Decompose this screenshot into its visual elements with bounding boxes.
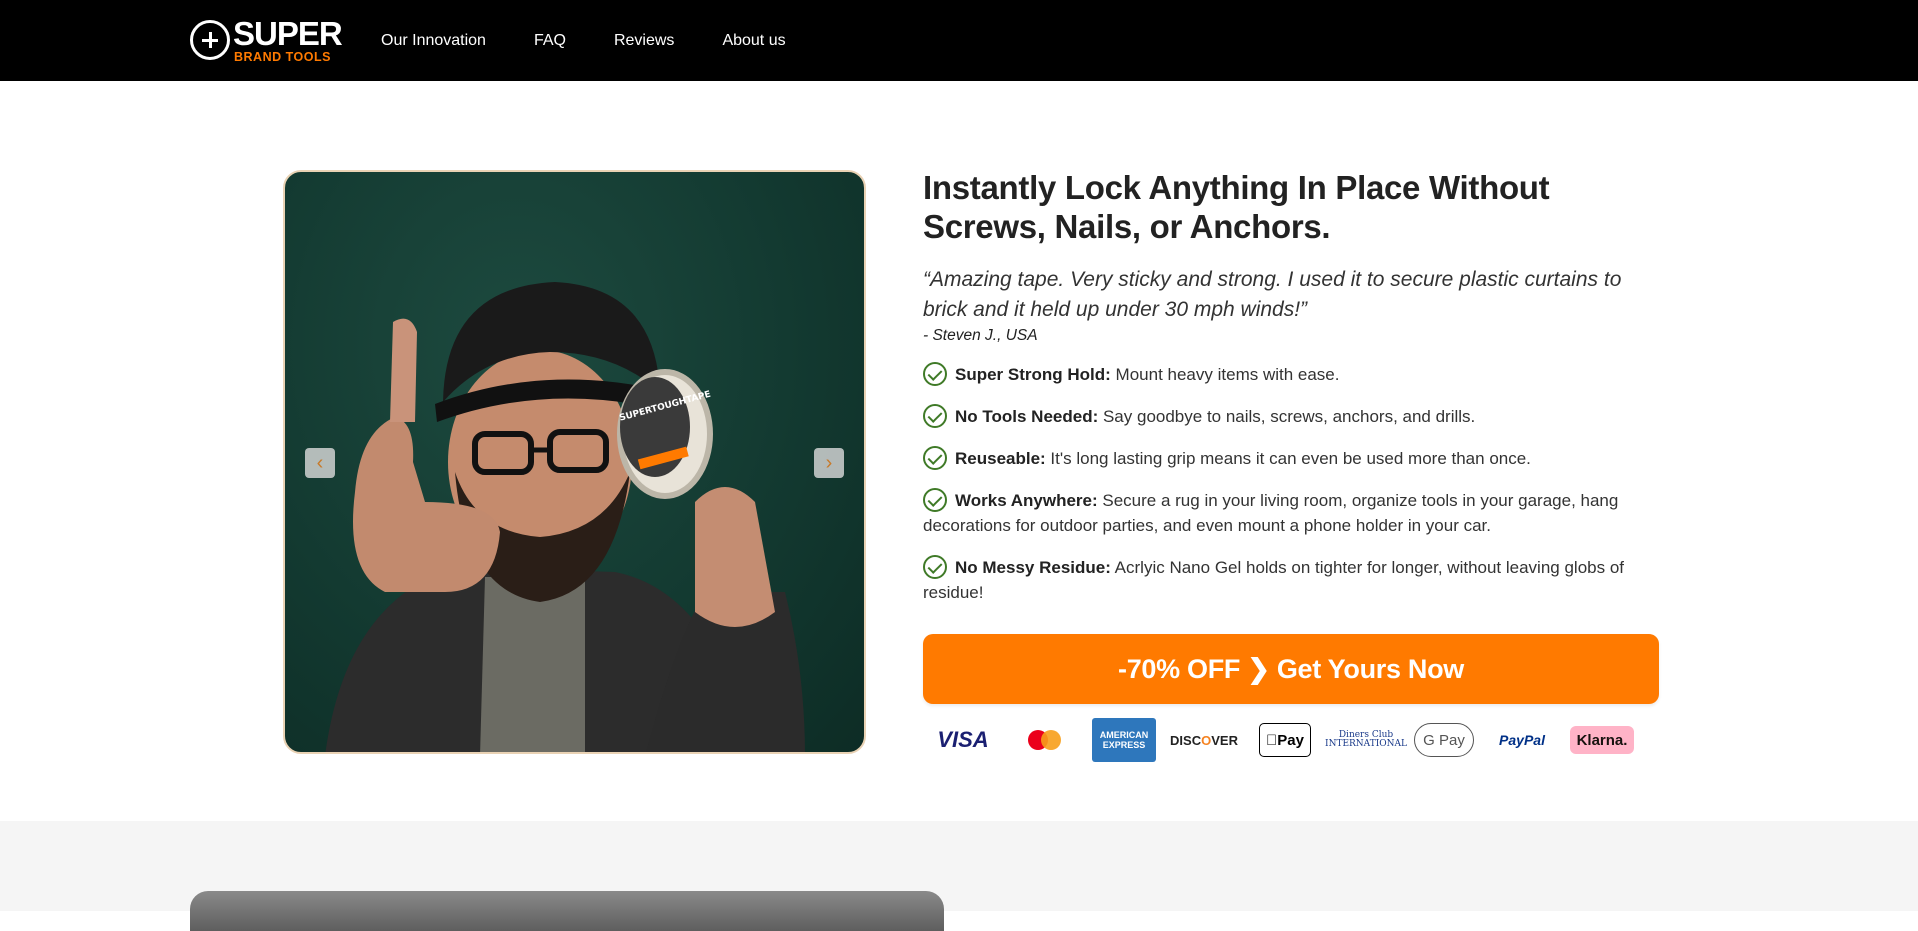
product-photo: SUPERTOUGHTAPE <box>325 282 805 752</box>
carousel-next-button[interactable]: › <box>814 448 844 478</box>
testimonial-author: - Steven J., USA <box>923 327 1038 344</box>
google-pay-icon: G Pay <box>1414 723 1474 757</box>
hero-content: Instantly Lock Anything In Place Without… <box>923 168 1663 622</box>
product-image-carousel: SUPERTOUGHTAPE ‹ › <box>283 170 866 754</box>
checkmark-icon <box>923 555 947 579</box>
checkmark-icon <box>923 404 947 428</box>
logo-text-brand-tools: BRAND TOOLS <box>234 49 331 64</box>
checkmark-icon <box>923 446 947 470</box>
nav-link-faq[interactable]: FAQ <box>534 32 566 50</box>
feature-item: Reuseable: It's long lasting grip means … <box>923 446 1663 471</box>
chevron-left-icon: ‹ <box>316 452 324 474</box>
get-yours-now-button[interactable]: -70% OFF ❯ Get Yours Now <box>923 634 1659 704</box>
apple-pay-icon: Pay <box>1259 723 1311 757</box>
plus-circle-icon <box>190 20 230 60</box>
chevron-right-icon: › <box>825 452 833 474</box>
logo-text-super: SUPER <box>233 14 343 52</box>
brand-logo[interactable]: SUPER BRAND TOOLS <box>190 14 343 64</box>
paypal-icon: PayPal <box>1499 732 1545 748</box>
checkmark-icon <box>923 362 947 386</box>
feature-list: Super Strong Hold: Mount heavy items wit… <box>923 362 1663 605</box>
section-image <box>190 891 944 931</box>
feature-item: Works Anywhere: Secure a rug in your liv… <box>923 488 1663 538</box>
mastercard-icon <box>1011 720 1077 760</box>
nav-link-about-us[interactable]: About us <box>722 32 785 50</box>
nav-links: Our Innovation FAQ Reviews About us <box>381 0 834 81</box>
amex-icon: AMERICAN EXPRESS <box>1092 718 1156 762</box>
feature-item: No Tools Needed: Say goodbye to nails, s… <box>923 404 1663 429</box>
feature-item: Super Strong Hold: Mount heavy items wit… <box>923 362 1663 387</box>
top-navigation: SUPER BRAND TOOLS Our Innovation FAQ Rev… <box>0 0 1918 81</box>
discover-icon: DISC O VER <box>1170 732 1238 748</box>
nav-link-our-innovation[interactable]: Our Innovation <box>381 32 486 50</box>
page-headline: Instantly Lock Anything In Place Without… <box>923 169 1550 245</box>
next-section <box>0 821 1918 931</box>
carousel-prev-button[interactable]: ‹ <box>305 448 335 478</box>
diners-club-icon: Diners Club INTERNATIONAL <box>1325 730 1407 749</box>
feature-item: No Messy Residue: Acrlyic Nano Gel holds… <box>923 555 1663 605</box>
visa-icon: VISA <box>937 727 989 752</box>
klarna-icon: Klarna. <box>1570 726 1634 754</box>
nav-link-reviews[interactable]: Reviews <box>614 32 674 50</box>
payment-methods: VISA AMERICAN EXPRESS DISCOVER Pay Dine… <box>930 717 1660 763</box>
checkmark-icon <box>923 488 947 512</box>
testimonial-quote: “Amazing tape. Very sticky and strong. I… <box>923 268 1622 321</box>
